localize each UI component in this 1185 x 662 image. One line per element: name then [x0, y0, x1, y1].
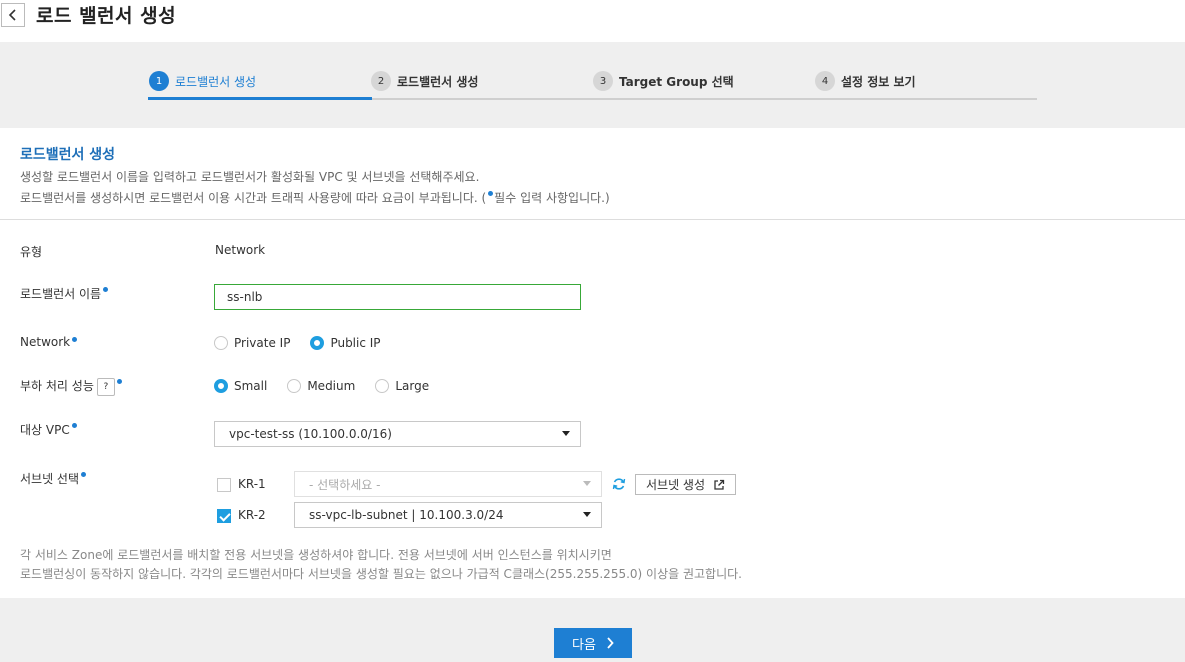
vpc-select-value: vpc-test-ss (10.100.0.0/16) — [229, 427, 392, 441]
vpc-label: 대상 VPC — [20, 423, 70, 437]
external-link-icon — [714, 479, 725, 490]
radio-label: Private IP — [234, 336, 291, 350]
required-note: 필수 입력 사항입니다.) — [494, 191, 610, 205]
name-label: 로드밸런서 이름 — [20, 287, 102, 301]
caret-down-icon — [583, 481, 591, 486]
step-number: 2 — [371, 71, 391, 91]
section-title: 로드밸런서 생성 — [20, 147, 116, 163]
radio-private-ip[interactable]: Private IP — [214, 336, 290, 350]
subnet-label-row: 서브넷 선택 — [20, 470, 87, 487]
section-description-fee: 로드밸런서를 생성하시면 로드밸런서 이용 시간과 트래픽 사용량에 따라 요금… — [20, 189, 610, 206]
type-value: Network — [215, 243, 266, 257]
step-3[interactable]: 3 Target Group 선택 — [593, 71, 734, 91]
step-1[interactable]: 1 로드밸런서 생성 — [149, 71, 256, 91]
required-dot-icon — [116, 379, 122, 384]
type-label: 유형 — [20, 245, 43, 259]
back-button[interactable] — [1, 3, 25, 27]
radio-circle-checked-icon — [310, 336, 325, 350]
kr2-subnet-value: ss-vpc-lb-subnet | 10.100.3.0/24 — [309, 508, 504, 522]
step-number: 4 — [815, 71, 835, 91]
lb-name-input[interactable] — [214, 284, 581, 310]
radio-large[interactable]: Large — [375, 379, 429, 393]
stepper: 1 로드밸런서 생성 2 로드밸런서 생성 3 Target Group 선택 … — [0, 42, 1185, 128]
required-dot-icon — [488, 191, 494, 196]
radio-small[interactable]: Small — [214, 379, 267, 393]
step-label: 설정 정보 보기 — [841, 74, 916, 89]
fee-text: 로드밸런서를 생성하시면 로드밸런서 이용 시간과 트래픽 사용량에 따라 요금… — [20, 191, 487, 205]
vpc-select[interactable]: vpc-test-ss (10.100.0.0/16) — [214, 421, 581, 447]
radio-circle-icon — [287, 379, 302, 393]
radio-circle-checked-icon — [214, 379, 228, 393]
required-dot-icon — [81, 472, 87, 477]
page-title: 로드 밸런서 생성 — [36, 5, 177, 27]
name-label-row: 로드밸런서 이름 — [20, 285, 109, 302]
section-description: 생성할 로드밸런서 이름을 입력하고 로드밸런서가 활성화될 VPC 및 서브넷… — [20, 170, 480, 184]
help-icon[interactable]: ? — [96, 377, 115, 396]
stepper-progress — [148, 97, 372, 100]
chevron-right-icon — [607, 637, 614, 649]
create-subnet-label: 서브넷 생성 — [645, 478, 705, 492]
kr1-checkbox[interactable] — [217, 478, 231, 492]
next-label: 다음 — [572, 636, 596, 652]
divider — [0, 219, 1185, 220]
step-4[interactable]: 4 설정 정보 보기 — [815, 71, 916, 91]
radio-label: Small — [234, 379, 268, 393]
kr1-subnet-value: - 선택하세요 - — [309, 477, 381, 492]
step-label: 로드밸런서 생성 — [175, 74, 257, 89]
perf-radio-group: Small Medium Large — [214, 379, 449, 393]
radio-label: Large — [395, 379, 430, 393]
vpc-label-row: 대상 VPC — [20, 421, 78, 438]
kr2-checkbox[interactable] — [217, 509, 231, 523]
radio-public-ip[interactable]: Public IP — [310, 336, 381, 350]
required-dot-icon — [72, 337, 78, 342]
network-label: Network — [20, 335, 71, 349]
radio-circle-icon — [214, 336, 228, 350]
radio-label: Medium — [307, 379, 356, 393]
required-dot-icon — [71, 423, 77, 428]
kr1-label: KR-1 — [238, 477, 266, 491]
required-dot-icon — [103, 287, 109, 292]
subnet-label: 서브넷 선택 — [20, 472, 80, 486]
network-radio-group: Private IP Public IP — [214, 336, 401, 350]
subnet-note-1: 각 서비스 Zone에 로드밸런서를 배치할 전용 서브넷을 생성하셔야 합니다… — [20, 548, 612, 562]
step-2[interactable]: 2 로드밸런서 생성 — [371, 71, 478, 91]
step-label: Target Group 선택 — [619, 74, 734, 89]
refresh-icon[interactable] — [612, 477, 626, 491]
kr1-subnet-select[interactable]: - 선택하세요 - — [294, 471, 602, 497]
radio-label: Public IP — [330, 336, 381, 350]
radio-circle-icon — [375, 379, 390, 393]
kr2-label: KR-2 — [238, 508, 266, 522]
perf-label: 부하 처리 성능 — [20, 379, 94, 393]
subnet-note-2: 로드밸런싱이 동작하지 않습니다. 각각의 로드밸런서마다 서브넷을 생성할 필… — [20, 567, 742, 581]
step-label: 로드밸런서 생성 — [397, 74, 479, 89]
footer: 다음 — [0, 598, 1185, 662]
create-subnet-button[interactable]: 서브넷 생성 — [635, 474, 736, 495]
radio-medium[interactable]: Medium — [287, 379, 355, 393]
next-button[interactable]: 다음 — [554, 628, 632, 658]
step-number: 3 — [593, 71, 613, 91]
caret-down-icon — [562, 431, 570, 436]
chevron-left-icon — [8, 9, 16, 21]
network-label-row: Network — [20, 335, 78, 349]
kr2-subnet-select[interactable]: ss-vpc-lb-subnet | 10.100.3.0/24 — [294, 502, 602, 528]
step-number: 1 — [149, 71, 169, 91]
caret-down-icon — [583, 512, 591, 517]
page-header: 로드 밸런서 생성 — [0, 0, 1185, 42]
perf-label-row: 부하 처리 성능? — [20, 377, 123, 396]
